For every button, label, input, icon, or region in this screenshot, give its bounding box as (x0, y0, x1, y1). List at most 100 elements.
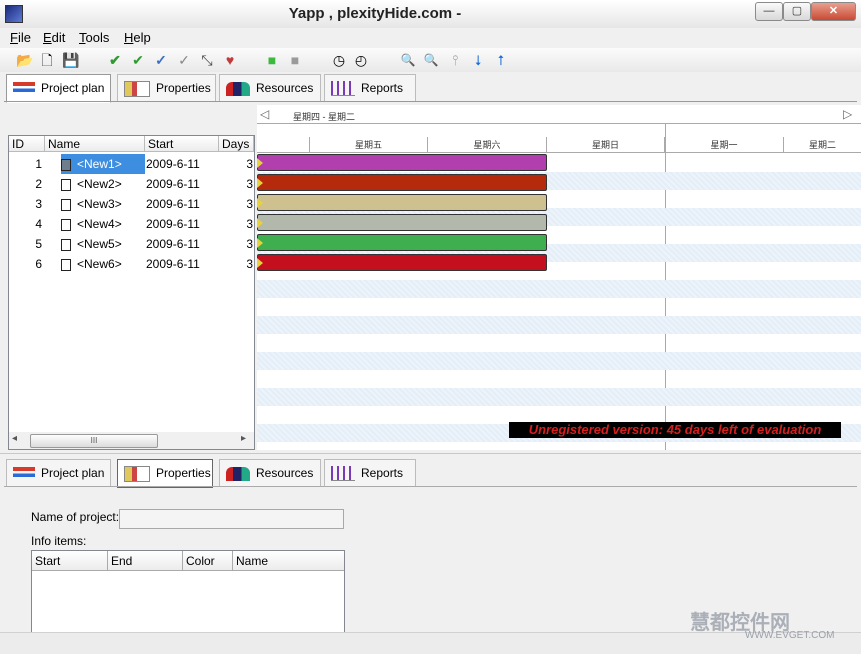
col-start-header[interactable]: Start (145, 136, 219, 152)
properties-icon (124, 465, 150, 482)
col-name-header[interactable]: Name (45, 136, 145, 152)
info-col-end[interactable]: End (108, 551, 183, 571)
gantt-task-bar[interactable] (257, 154, 547, 171)
info-col-color[interactable]: Color (183, 551, 233, 571)
row-start: 2009-6-11 (146, 217, 200, 231)
day-header: 星期二 (784, 137, 861, 153)
row-start: 2009-6-11 (146, 197, 200, 211)
task-icon (61, 178, 71, 191)
row-id: 2 (35, 177, 42, 191)
project-name-label: Name of project: (31, 510, 120, 524)
arrow-up-icon[interactable]: ⭡ (491, 50, 511, 70)
check-gray-icon[interactable]: ✓ (174, 50, 194, 70)
arrow-down-icon[interactable]: ⭣ (468, 50, 488, 70)
gantt-task-bar[interactable] (257, 214, 547, 231)
row-name[interactable]: <New3> (61, 194, 145, 214)
color-palette-icon[interactable]: ♥ (220, 50, 240, 70)
row-name-text: <New3> (77, 197, 122, 211)
resources-icon (226, 81, 250, 96)
row-name[interactable]: <New6> (61, 254, 145, 274)
check-double-green-icon[interactable]: ✔ (128, 50, 148, 70)
properties-icon (124, 80, 150, 97)
gantt-task-bar[interactable] (257, 254, 547, 271)
tab-label: Properties (156, 466, 211, 480)
clock-icon[interactable]: ◷ (329, 50, 349, 70)
tab-properties[interactable]: Properties (117, 74, 216, 102)
tab-resources[interactable]: Resources (219, 459, 321, 487)
task-icon (61, 238, 71, 251)
info-items-label: Info items: (31, 534, 87, 548)
zoom-out-icon[interactable]: 🔍 (421, 50, 441, 70)
info-col-start[interactable]: Start (32, 551, 108, 571)
menu-bar: File Edit Tools Help (0, 28, 861, 48)
row-start: 2009-6-11 (146, 257, 200, 271)
row-name[interactable]: <New2> (61, 174, 145, 194)
scroll-right-icon[interactable]: ▸ (241, 433, 246, 444)
tab-project-plan[interactable]: Project plan (6, 459, 111, 487)
top-tab-strip: Project plan Properties Resources Report… (4, 74, 857, 103)
table-row[interactable]: 3 <New3> 2009-6-11 3 (9, 194, 254, 214)
menu-help[interactable]: Help (124, 30, 151, 45)
menu-tools[interactable]: Tools (79, 30, 109, 45)
row-name[interactable]: <New1> (61, 154, 145, 174)
maximize-button[interactable]: ▢ (783, 2, 811, 21)
scroll-left-icon[interactable]: ◂ (12, 433, 17, 444)
row-id: 6 (35, 257, 42, 271)
row-name[interactable]: <New5> (61, 234, 145, 254)
green-square-icon[interactable]: ■ (262, 50, 282, 70)
tab-label: Resources (256, 81, 314, 95)
gantt-task-bar[interactable] (257, 174, 547, 191)
title-bar: Yapp , plexityHide.com - — ▢ ✕ (0, 0, 861, 29)
close-button[interactable]: ✕ (811, 2, 856, 21)
tab-reports[interactable]: Reports (324, 459, 416, 487)
horizontal-scrollbar[interactable]: ◂ III ▸ (8, 432, 255, 450)
table-row[interactable]: 1 <New1> 2009-6-11 3 (9, 154, 254, 174)
link-icon[interactable]: ⤡ (197, 50, 217, 70)
row-days: 3 (246, 177, 253, 191)
tab-label: Project plan (41, 466, 105, 480)
row-start: 2009-6-11 (146, 177, 200, 191)
clock-alt-icon[interactable]: ◴ (351, 50, 371, 70)
row-days: 3 (246, 157, 253, 171)
tab-label: Properties (156, 81, 211, 95)
save-icon[interactable]: 💾 (61, 50, 81, 70)
reports-icon (331, 466, 355, 482)
menu-edit[interactable]: Edit (43, 30, 65, 45)
gantt-nav-left-icon[interactable]: ◁ (260, 107, 269, 121)
zoom-in-icon[interactable]: 🔍 (398, 50, 418, 70)
marker-icon[interactable]: ⫯ (445, 50, 465, 70)
scroll-thumb[interactable]: III (30, 434, 158, 448)
bottom-tab-strip: Project plan Properties Resources Report… (4, 459, 857, 488)
task-start-marker-icon (257, 218, 263, 228)
col-id-header[interactable]: ID (9, 136, 45, 152)
tab-reports[interactable]: Reports (324, 74, 416, 102)
check-blue-icon[interactable]: ✓ (151, 50, 171, 70)
row-name-text: <New2> (77, 177, 122, 191)
tab-project-plan[interactable]: Project plan (6, 74, 111, 103)
gray-square-icon[interactable]: ■ (285, 50, 305, 70)
tab-properties[interactable]: Properties (117, 459, 213, 488)
minimize-button[interactable]: — (755, 2, 783, 21)
gantt-nav-right-icon[interactable]: ▷ (843, 107, 852, 121)
gantt-chart[interactable]: ◁ 星期四 - 星期二 ▷ 星期五 星期六 星期日 星期一 星期二 Unregi… (257, 105, 861, 450)
row-name[interactable]: <New4> (61, 214, 145, 234)
task-start-marker-icon (257, 258, 263, 268)
table-row[interactable]: 6 <New6> 2009-6-11 3 (9, 254, 254, 274)
col-days-header[interactable]: Days (219, 136, 254, 152)
new-document-icon[interactable]: 🗋 (37, 50, 57, 70)
project-name-input[interactable] (119, 509, 344, 529)
table-row[interactable]: 2 <New2> 2009-6-11 3 (9, 174, 254, 194)
open-folder-icon[interactable]: 📂 (15, 50, 35, 70)
day-header: 星期六 (428, 137, 547, 153)
task-grid[interactable]: ID Name Start Days 1 <New1> 2009-6-11 3 2 <Ne… (8, 135, 255, 434)
tab-resources[interactable]: Resources (219, 74, 321, 102)
menu-file[interactable]: File (10, 30, 31, 45)
table-row[interactable]: 4 <New4> 2009-6-11 3 (9, 214, 254, 234)
gantt-task-bar[interactable] (257, 234, 547, 251)
pane-splitter[interactable] (0, 453, 861, 454)
check-green-icon[interactable]: ✔ (105, 50, 125, 70)
gantt-task-bar[interactable] (257, 194, 547, 211)
table-row[interactable]: 5 <New5> 2009-6-11 3 (9, 234, 254, 254)
info-col-name[interactable]: Name (233, 551, 344, 571)
info-items-table[interactable]: Start End Color Name (31, 550, 345, 634)
